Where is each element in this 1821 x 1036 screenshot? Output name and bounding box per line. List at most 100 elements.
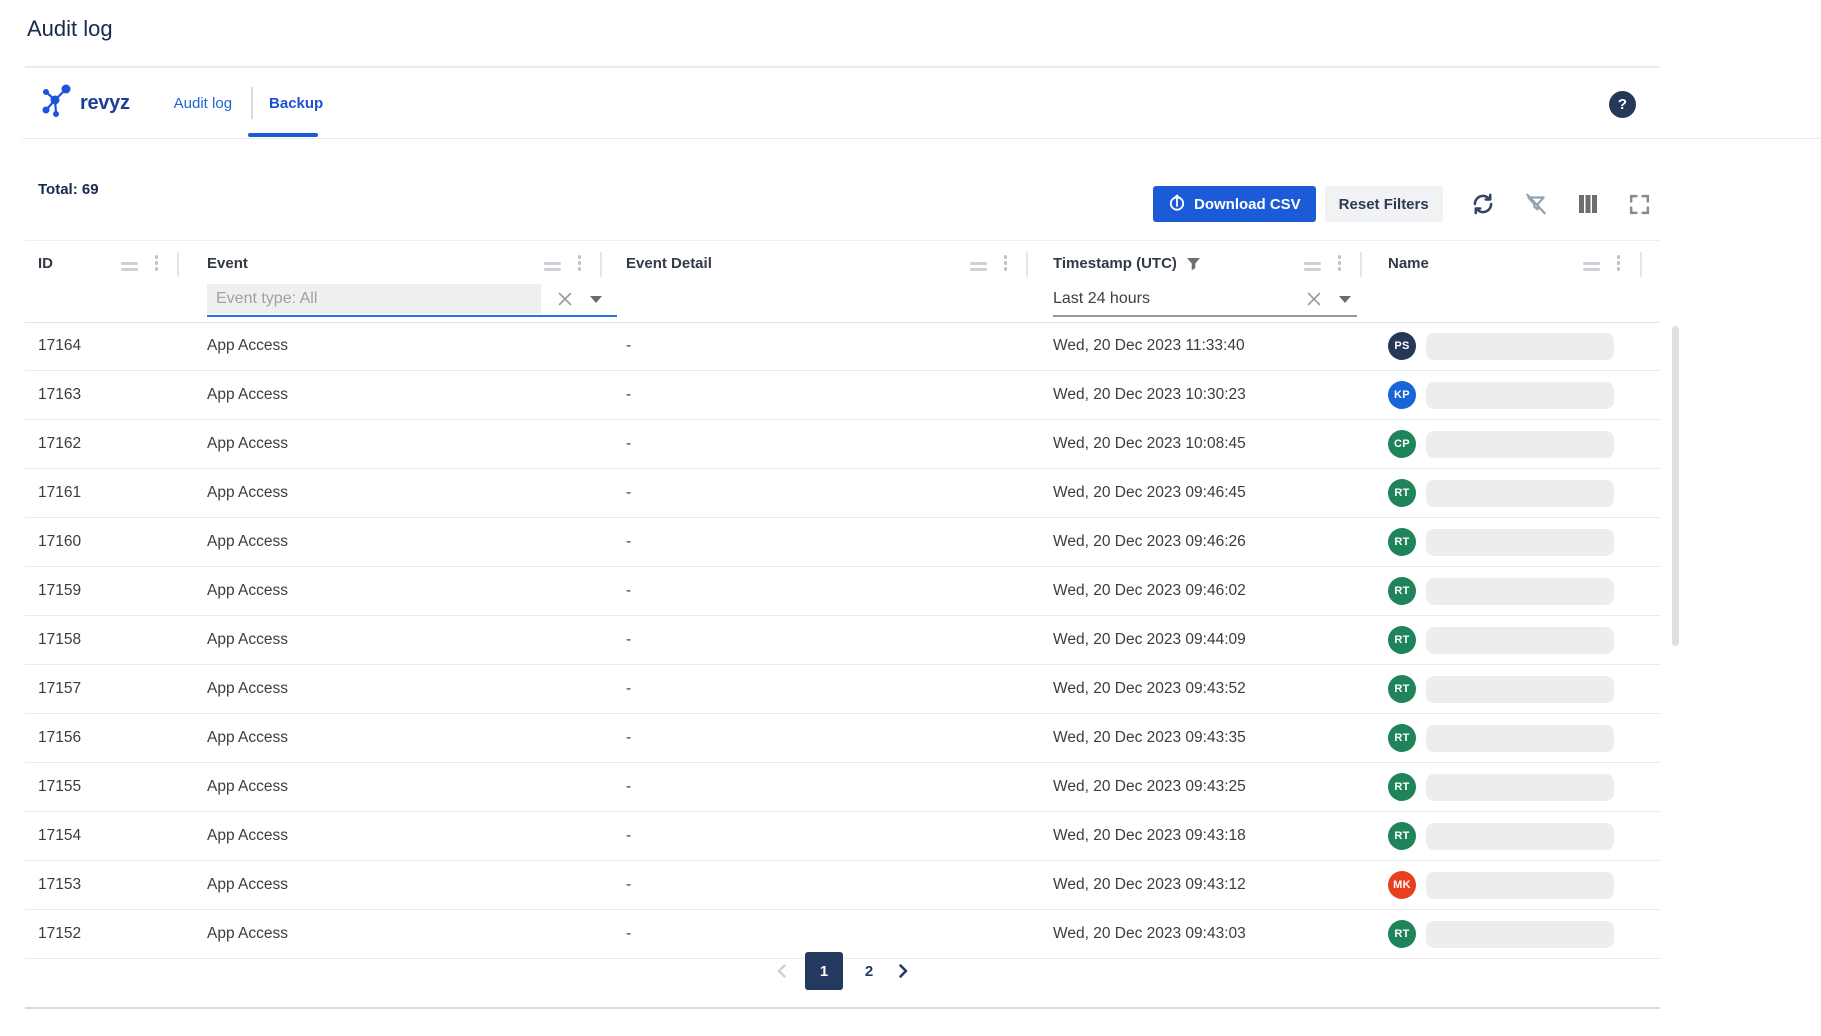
timestamp-filter[interactable]: Last 24 hours [1053, 283, 1357, 317]
table-row: 17154 App Access - Wed, 20 Dec 2023 09:4… [25, 812, 1660, 861]
table-scrollbar[interactable] [1672, 326, 1679, 646]
column-resize-handle[interactable] [1640, 252, 1643, 277]
cell-event: App Access [182, 435, 605, 453]
cell-timestamp: Wed, 20 Dec 2023 09:43:12 [1031, 876, 1365, 894]
drag-handle-icon[interactable] [970, 262, 987, 274]
cell-event-detail: - [605, 484, 1031, 502]
nav-divider [251, 87, 253, 119]
drag-handle-icon[interactable] [121, 262, 138, 274]
column-menu-icon[interactable] [1617, 255, 1621, 273]
avatar: RT [1388, 724, 1416, 752]
audit-log-page: Audit log revyz Audit log Backup [0, 0, 1821, 1036]
cell-event: App Access [182, 484, 605, 502]
table-row: 17164 App Access - Wed, 20 Dec 2023 11:3… [25, 322, 1660, 371]
navbar-divider [22, 138, 1821, 139]
column-label-name: Name [1388, 255, 1429, 272]
column-resize-handle[interactable] [177, 252, 180, 277]
cell-event: App Access [182, 386, 605, 404]
avatar: RT [1388, 773, 1416, 801]
clear-filter-icon[interactable] [1306, 291, 1322, 307]
cell-name: RT [1365, 773, 1660, 801]
cell-timestamp: Wed, 20 Dec 2023 10:30:23 [1031, 386, 1365, 404]
reset-filters-button[interactable]: Reset Filters [1325, 186, 1443, 222]
drag-handle-icon[interactable] [544, 262, 561, 274]
cell-id: 17159 [25, 582, 182, 600]
avatar: RT [1388, 479, 1416, 507]
cell-id: 17160 [25, 533, 182, 551]
bottom-divider [25, 1007, 1660, 1009]
tab-backup[interactable]: Backup [269, 95, 323, 112]
cell-event-detail: - [605, 533, 1031, 551]
cell-event: App Access [182, 729, 605, 747]
cell-name: RT [1365, 822, 1660, 850]
dropdown-caret-icon[interactable] [590, 296, 602, 303]
table-row: 17160 App Access - Wed, 20 Dec 2023 09:4… [25, 518, 1660, 567]
column-menu-icon[interactable] [1338, 255, 1342, 273]
cell-id: 17158 [25, 631, 182, 649]
fullscreen-icon[interactable] [1627, 192, 1652, 217]
cell-event-detail: - [605, 386, 1031, 404]
column-resize-handle[interactable] [1360, 252, 1363, 277]
cell-id: 17161 [25, 484, 182, 502]
cell-timestamp: Wed, 20 Dec 2023 09:43:52 [1031, 680, 1365, 698]
previous-page-icon[interactable] [774, 963, 790, 979]
column-header-event-detail: Event Detail [605, 241, 1031, 322]
cell-event-detail: - [605, 631, 1031, 649]
avatar: PS [1388, 332, 1416, 360]
help-button[interactable]: ? [1609, 91, 1636, 118]
drag-handle-icon[interactable] [1304, 262, 1321, 274]
question-mark-icon: ? [1618, 96, 1627, 113]
column-label-id: ID [38, 255, 53, 272]
cell-id: 17157 [25, 680, 182, 698]
page-2-button[interactable]: 2 [858, 963, 880, 980]
cell-event-detail: - [605, 778, 1031, 796]
brand-name: revyz [80, 92, 130, 115]
cell-event: App Access [182, 582, 605, 600]
toolbar: Download CSV Reset Filters [1153, 186, 1652, 222]
avatar: RT [1388, 675, 1416, 703]
avatar: RT [1388, 626, 1416, 654]
table-row: 17163 App Access - Wed, 20 Dec 2023 10:3… [25, 371, 1660, 420]
drag-handle-icon[interactable] [1583, 262, 1600, 274]
redacted-name-pill [1426, 676, 1614, 703]
redacted-name-pill [1426, 333, 1614, 360]
cell-event-detail: - [605, 435, 1031, 453]
table-row: 17155 App Access - Wed, 20 Dec 2023 09:4… [25, 763, 1660, 812]
avatar: RT [1388, 577, 1416, 605]
cell-name: RT [1365, 626, 1660, 654]
cell-event: App Access [182, 631, 605, 649]
cell-id: 17153 [25, 876, 182, 894]
nav-link-audit-log[interactable]: Audit log [174, 95, 232, 112]
cell-name: RT [1365, 724, 1660, 752]
clear-filter-icon[interactable] [557, 291, 573, 307]
event-type-filter-input[interactable] [207, 284, 541, 314]
filter-funnel-icon [1186, 257, 1201, 271]
download-csv-button[interactable]: Download CSV [1153, 186, 1316, 222]
cell-id: 17156 [25, 729, 182, 747]
column-menu-icon[interactable] [155, 255, 159, 273]
refresh-icon[interactable] [1470, 191, 1496, 217]
cell-name: KP [1365, 381, 1660, 409]
event-type-filter [207, 283, 617, 317]
revyz-logo: revyz [39, 82, 130, 125]
column-resize-handle[interactable] [600, 252, 603, 277]
column-menu-icon[interactable] [578, 255, 582, 273]
avatar: RT [1388, 920, 1416, 948]
column-resize-handle[interactable] [1026, 252, 1029, 277]
total-count: Total: 69 [38, 181, 99, 198]
table-row: 17157 App Access - Wed, 20 Dec 2023 09:4… [25, 665, 1660, 714]
next-page-icon[interactable] [895, 963, 911, 979]
cell-name: CP [1365, 430, 1660, 458]
cell-event: App Access [182, 876, 605, 894]
filter-off-icon[interactable] [1523, 191, 1549, 217]
avatar: RT [1388, 528, 1416, 556]
column-menu-icon[interactable] [1004, 255, 1008, 273]
column-header-timestamp: Timestamp (UTC) Last 24 hours [1031, 241, 1365, 322]
columns-icon[interactable] [1576, 192, 1600, 216]
column-header-event: Event [182, 241, 605, 322]
cell-id: 17162 [25, 435, 182, 453]
dropdown-caret-icon[interactable] [1339, 296, 1351, 303]
pagination: 1 2 [0, 952, 1685, 990]
cell-name: RT [1365, 675, 1660, 703]
page-1-button[interactable]: 1 [805, 952, 843, 990]
